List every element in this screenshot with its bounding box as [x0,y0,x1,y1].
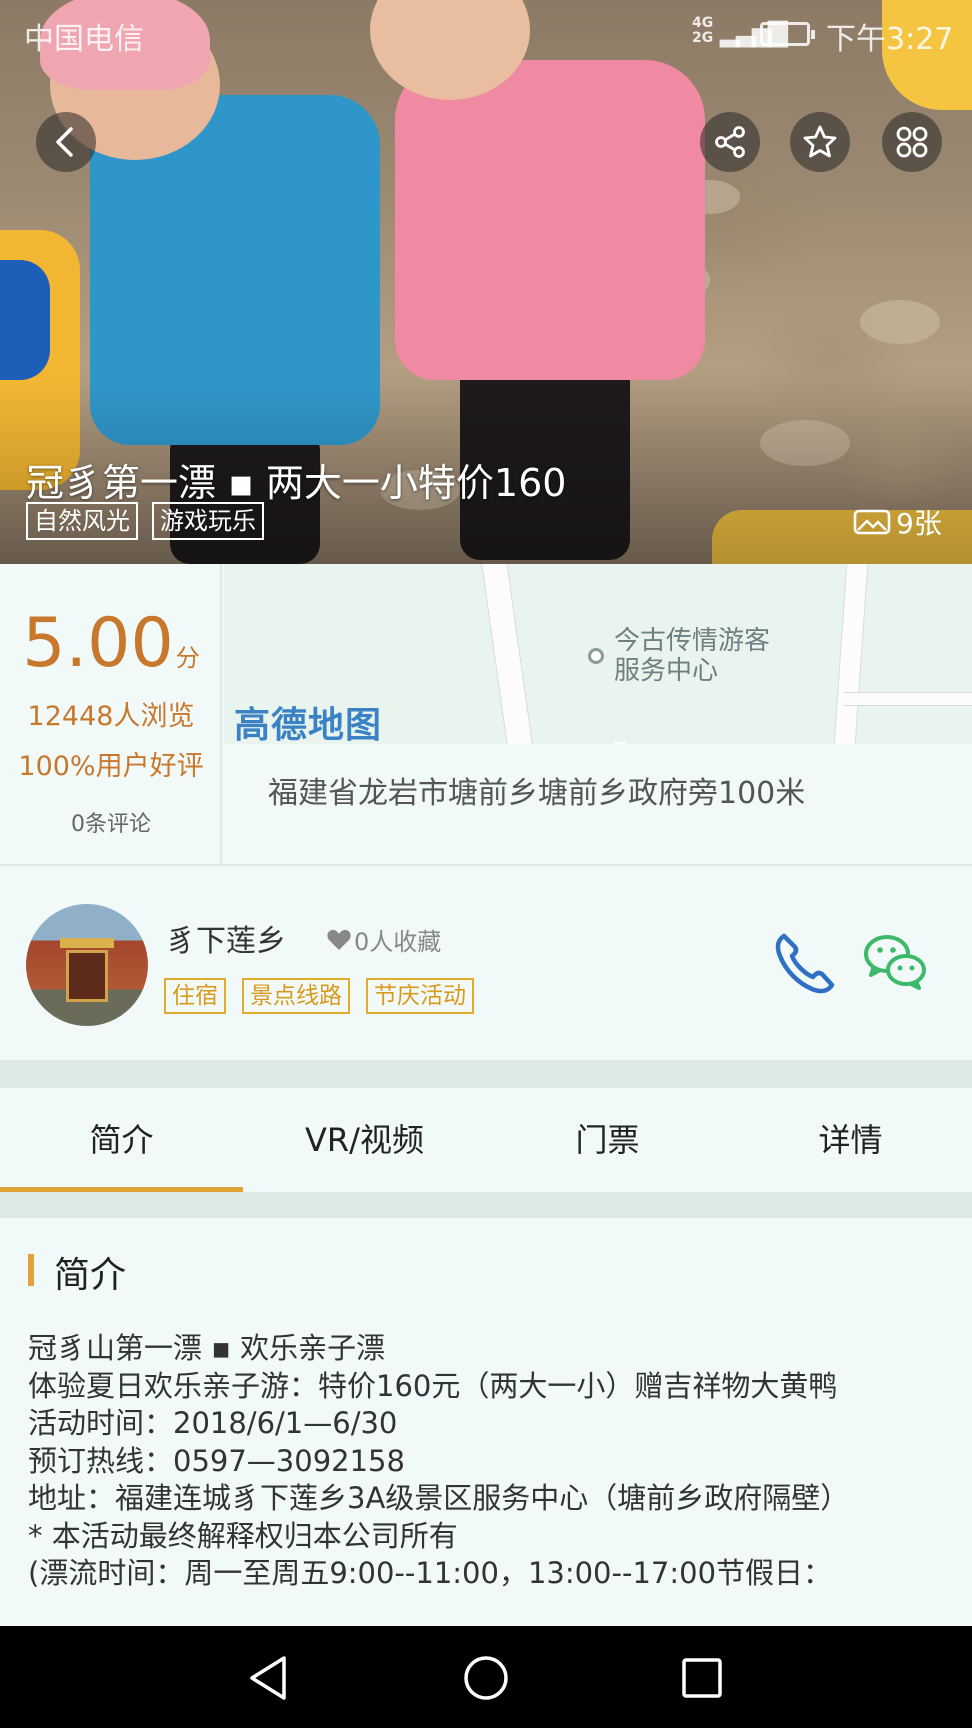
share-button[interactable] [700,112,760,172]
map-pin [614,742,626,744]
intro-line: 冠豸山第一漂 ▪ 欢乐亲子漂 [28,1331,386,1365]
photo-detail [60,938,114,948]
share-icon [715,126,745,158]
score-unit: 分 [175,644,200,672]
address-text: 福建省龙岩市塘前乡塘前乡政府旁100米 [268,776,806,811]
intro-line: (漂流时间：周一至周五9:00--11:00，13:00--17:00节假日： [28,1556,833,1590]
intro-section: 简介 冠豸山第一漂 ▪ 欢乐亲子漂 体验夏日欢乐亲子游：特价160元（两大一小）… [0,1218,972,1626]
merchant-tag[interactable]: 景点线路 [242,978,350,1014]
call-button[interactable] [770,928,840,998]
photo-detail [66,950,108,1002]
good-rate: 100%用户好评 [18,751,204,782]
merchant-avatar[interactable] [26,904,148,1026]
grid-menu-icon [896,126,928,158]
carrier-label: 中国电信 [24,22,144,57]
section-accent-bar [28,1254,34,1286]
intro-line: 活动时间：2018/6/1—6/30 [28,1406,398,1440]
photo-count[interactable]: 9张 [852,502,942,542]
more-menu-button[interactable] [882,112,942,172]
merchant-tag[interactable]: 住宿 [164,978,226,1014]
network-type-top: 4G [692,15,714,31]
star-icon [803,125,837,158]
clock: 下午3:27 [826,22,954,57]
tab-tickets[interactable]: 门票 [486,1088,729,1192]
tab-intro[interactable]: 简介 [0,1088,243,1192]
view-count: 12448人浏览 [27,701,195,732]
photo-detail [860,300,940,344]
poi-marker [588,648,604,664]
map-road [478,564,536,744]
hero-tags: 自然风光 游戏玩乐 [26,502,264,540]
photo-gallery-icon [853,509,891,535]
nav-home-icon[interactable] [458,1650,514,1706]
intro-line: * 本活动最终解释权归本公司所有 [28,1518,458,1553]
info-section: 5.00分 12448人浏览 100%用户好评 0条评论 今古传情游客服务中心 … [0,564,972,866]
merchant-tag[interactable]: 节庆活动 [366,978,474,1014]
comment-count[interactable]: 0条评论 [0,806,222,838]
battery-icon [760,22,815,46]
photo-count-label: 9张 [896,507,942,540]
poi-label: 今古传情游客服务中心 [614,626,771,686]
network-type: 4G 2G [692,16,713,46]
favorite-button[interactable] [790,112,850,172]
attraction-title: 冠豸第一漂 ▪ 两大一小特价160 [26,461,567,505]
map-view[interactable]: 今古传情游客服务中心 高德地图 [224,564,972,744]
score: 5.00分 [0,604,222,683]
intro-line[interactable]: 预订热线：0597—3092158 [28,1443,948,1481]
intro-heading: 简介 [54,1255,127,1296]
intro-line: 地址：福建连城豸下莲乡3A级景区服务中心（塘前乡政府隔壁） [28,1481,850,1515]
back-arrow-icon [56,127,73,157]
nav-back-icon[interactable] [240,1650,296,1706]
wechat-button[interactable] [862,930,928,992]
section-divider [0,1192,972,1218]
system-nav-bar [0,1626,972,1728]
hero-tag: 自然风光 [26,502,138,540]
heart-icon [327,929,351,950]
merchant-tags: 住宿 景点线路 节庆活动 [164,978,474,1014]
map-road [832,564,870,744]
intro-body: 冠豸山第一漂 ▪ 欢乐亲子漂 体验夏日欢乐亲子游：特价160元（两大一小）赠吉祥… [28,1330,948,1593]
status-bar: 中国电信 4G 2G ▂▃▅▇ 下午3:27 [0,0,972,64]
tab-details[interactable]: 详情 [729,1088,972,1192]
score-value: 5.00 [22,604,174,683]
intro-line: 体验夏日欢乐亲子游：特价160元（两大一小）赠吉祥物大黄鸭 [28,1368,838,1403]
photo-detail [0,260,50,380]
back-button[interactable] [36,112,96,172]
section-divider [0,1060,972,1088]
wechat-icon [864,935,926,990]
nav-recents-icon[interactable] [674,1650,730,1706]
favorite-count-label: 0人收藏 [354,928,442,956]
merchant-name[interactable]: 豸下莲乡 [166,916,286,960]
photo-detail [395,60,705,380]
favorite-count: 0人收藏 [326,922,441,957]
map-brand-logo: 高德地图 [234,705,383,744]
rating-panel: 5.00分 12448人浏览 100%用户好评 0条评论 [0,564,222,864]
tab-vr-video[interactable]: VR/视频 [243,1088,486,1192]
map-road [844,692,972,706]
hero-photo[interactable]: 中国电信 4G 2G ▂▃▅▇ 下午3:27 冠豸第一漂 ▪ 两大一小特价160 [0,0,972,564]
phone-icon [775,933,835,994]
network-type-bottom: 2G [692,30,714,46]
merchant-card: 豸下莲乡 0人收藏 住宿 景点线路 节庆活动 [0,868,972,1060]
hero-tag: 游戏玩乐 [152,502,264,540]
tab-bar: 简介 VR/视频 门票 详情 [0,1088,972,1192]
